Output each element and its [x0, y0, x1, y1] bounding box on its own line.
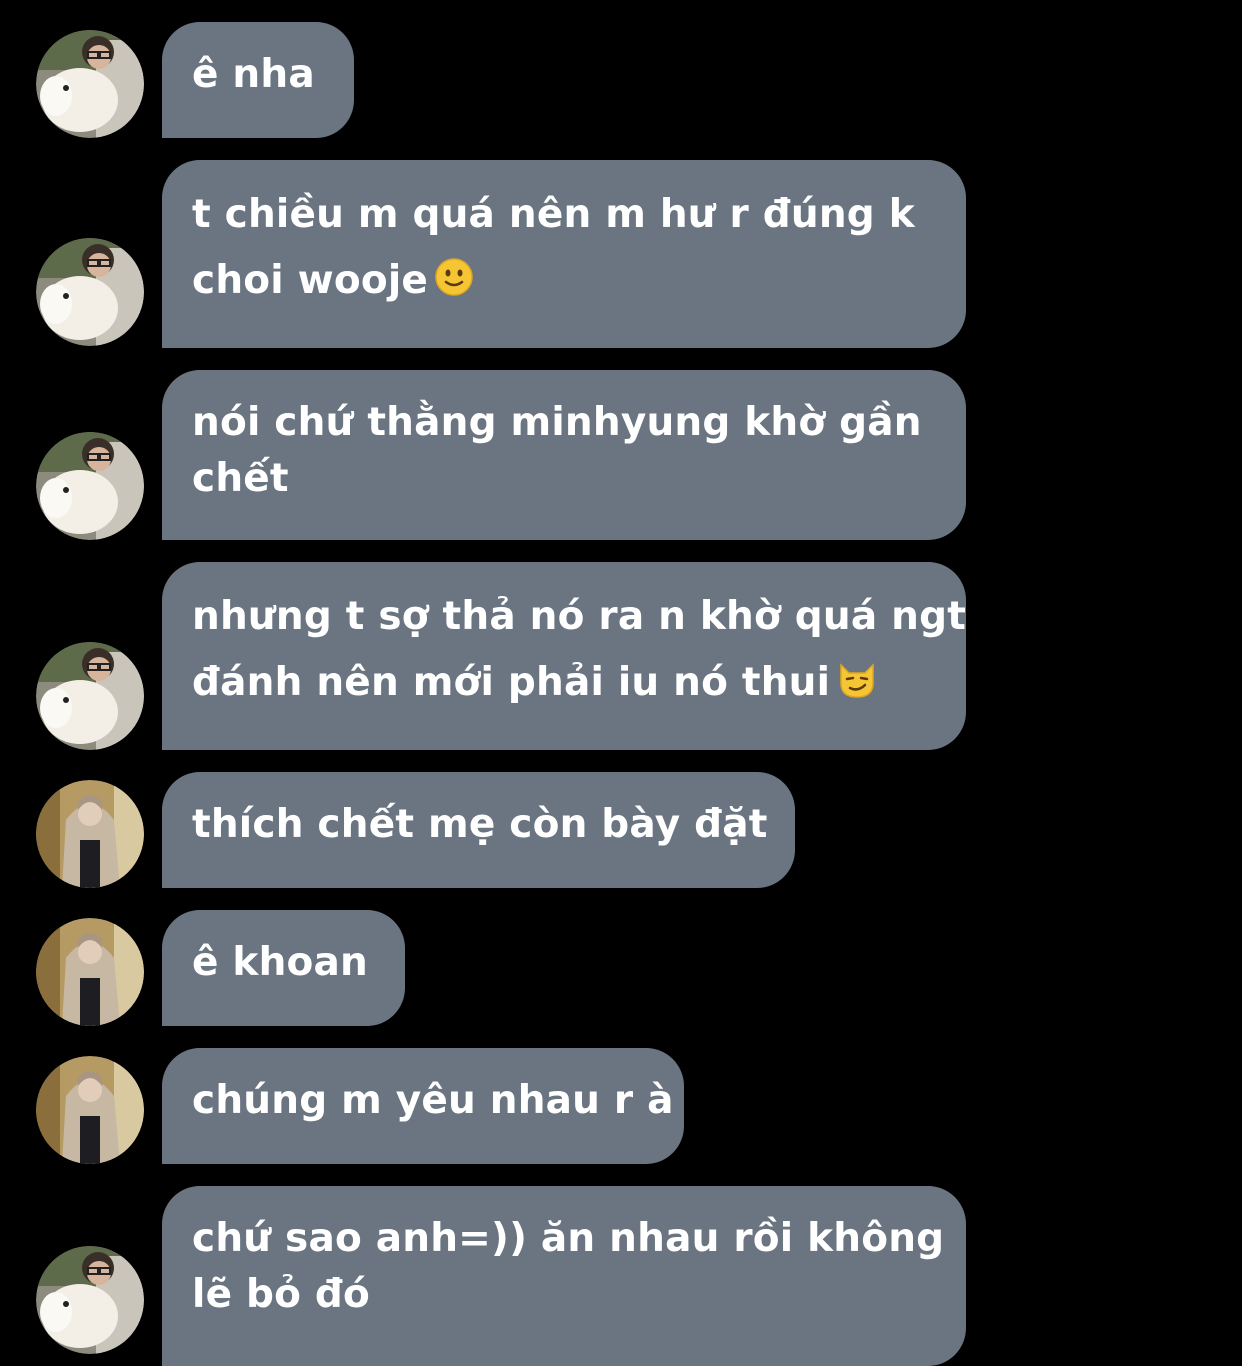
message-row: chúng m yêu nhau r à [0, 1048, 1242, 1164]
avatar-sender-b[interactable] [36, 918, 144, 1026]
message-row: ê khoan [0, 910, 1242, 1026]
chat-thread: ê nha t chiều m quá nên m hư r đúng k ch… [0, 0, 1242, 1366]
message-text: chúng m yêu nhau r à [192, 1078, 674, 1123]
message-bubble[interactable]: chúng m yêu nhau r à [162, 1048, 684, 1164]
avatar-photo-icon [36, 1056, 144, 1164]
avatar-sender-a[interactable] [36, 30, 144, 138]
message-text-line: đánh nên mới phải iu nó thui [192, 650, 936, 720]
message-bubble[interactable]: nhưng t sợ thả nó ra n khờ quá ngt đánh … [162, 562, 966, 750]
message-row: t chiều m quá nên m hư r đúng k choi woo… [0, 160, 1242, 348]
message-row: ê nha [0, 22, 1242, 138]
message-text: đánh nên mới phải iu nó thui [192, 660, 831, 705]
avatar-photo-icon [36, 642, 144, 750]
avatar-photo-icon [36, 1246, 144, 1354]
avatar-photo-icon [36, 918, 144, 1026]
message-text-line: choi wooje [192, 248, 936, 318]
message-row: nói chứ thằng minhyung khờ gần chết [0, 370, 1242, 540]
avatar-sender-a[interactable] [36, 1246, 144, 1354]
message-bubble[interactable]: ê nha [162, 22, 354, 138]
avatar-sender-a[interactable] [36, 238, 144, 346]
avatar-photo-icon [36, 238, 144, 346]
message-text: choi wooje [192, 258, 429, 303]
message-bubble[interactable]: t chiều m quá nên m hư r đúng k choi woo… [162, 160, 966, 348]
message-text: t chiều m quá nên m hư r đúng k [192, 192, 915, 237]
slightly-smiling-face-icon [434, 252, 474, 318]
message-text: chết [192, 456, 289, 501]
avatar-sender-a[interactable] [36, 642, 144, 750]
avatar-sender-a[interactable] [36, 432, 144, 540]
avatar-sender-b[interactable] [36, 780, 144, 888]
avatar-photo-icon [36, 780, 144, 888]
message-bubble[interactable]: ê khoan [162, 910, 405, 1026]
avatar-photo-icon [36, 432, 144, 540]
smirking-cat-icon [836, 654, 878, 720]
avatar-photo-icon [36, 30, 144, 138]
message-text: ê nha [192, 52, 315, 97]
avatar-sender-b[interactable] [36, 1056, 144, 1164]
message-row: chứ sao anh=)) ăn nhau rồi không lẽ bỏ đ… [0, 1186, 1242, 1366]
message-row: nhưng t sợ thả nó ra n khờ quá ngt đánh … [0, 562, 1242, 750]
message-text: nhưng t sợ thả nó ra n khờ quá ngt [192, 594, 967, 639]
message-text: nói chứ thằng minhyung khờ gần [192, 400, 922, 445]
message-text: thích chết mẹ còn bày đặt [192, 802, 768, 847]
message-text: chứ sao anh=)) ăn nhau rồi không [192, 1216, 945, 1261]
message-text: ê khoan [192, 940, 369, 985]
message-row: thích chết mẹ còn bày đặt [0, 772, 1242, 888]
message-bubble[interactable]: thích chết mẹ còn bày đặt [162, 772, 795, 888]
message-text: lẽ bỏ đó [192, 1272, 370, 1317]
message-bubble[interactable]: chứ sao anh=)) ăn nhau rồi không lẽ bỏ đ… [162, 1186, 966, 1366]
message-bubble[interactable]: nói chứ thằng minhyung khờ gần chết [162, 370, 966, 540]
